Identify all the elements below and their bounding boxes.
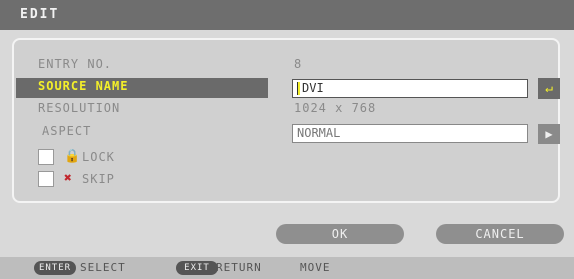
resolution-value: 1024 x 768 [294,101,377,115]
return-hint: RETURN [216,261,262,274]
title-bar: EDIT [0,0,574,30]
skip-icon: ✖ [64,171,73,186]
entry-no-value: 8 [294,57,303,71]
source-name-label: SOURCE NAME [38,79,129,93]
source-name-input[interactable]: DVI [292,79,528,98]
source-name-value: DVI [302,81,324,95]
entry-no-row: ENTRY NO. 8 [12,57,560,76]
cancel-button[interactable]: CANCEL [436,224,564,244]
lock-icon: 🔒 [64,149,82,164]
ok-button[interactable]: OK [276,224,404,244]
dropdown-arrow-icon: ▶ [545,127,553,141]
entry-no-label: ENTRY NO. [38,57,113,71]
resolution-row: RESOLUTION 1024 x 768 [12,101,560,120]
exit-key-badge: EXIT [176,261,218,275]
skip-checkbox[interactable] [38,171,54,187]
text-cursor [297,82,300,95]
resolution-label: RESOLUTION [38,101,121,115]
enter-button[interactable]: ↵ [538,78,560,99]
aspect-label: ASPECT [42,124,92,138]
aspect-value: NORMAL [297,126,341,140]
aspect-dropdown-button[interactable]: ▶ [538,124,560,144]
lock-label: LOCK [82,150,115,164]
move-hint: MOVE [300,261,331,274]
enter-key-badge: ENTER [34,261,76,275]
aspect-select[interactable]: NORMAL [292,124,528,143]
lock-checkbox[interactable] [38,149,54,165]
enter-icon: ↵ [545,81,553,96]
skip-label: SKIP [82,172,115,186]
window-title: EDIT [20,7,60,22]
footer-hint-bar: ENTER SELECT EXIT RETURN MOVE [0,257,574,279]
select-hint: SELECT [80,261,126,274]
